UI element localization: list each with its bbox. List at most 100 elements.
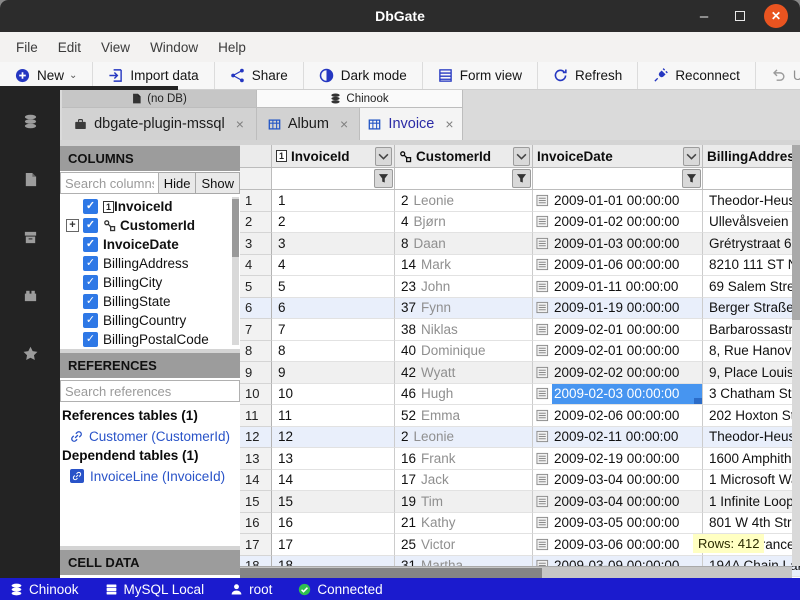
cell-invoicedate[interactable]: 2009-01-03 00:00:00 bbox=[533, 233, 703, 255]
cell-invoiceid[interactable]: 11 bbox=[272, 405, 395, 427]
row-header[interactable]: 3 bbox=[240, 233, 272, 255]
cell-invoicedate[interactable]: 2009-03-04 00:00:00 bbox=[533, 470, 703, 492]
cell-invoicedate[interactable]: 2009-03-04 00:00:00 bbox=[533, 491, 703, 513]
horizontal-scrollbar-thumb[interactable] bbox=[240, 568, 542, 578]
iconbar-item-plugin[interactable] bbox=[0, 266, 60, 324]
row-header[interactable]: 4 bbox=[240, 255, 272, 277]
cell-invoiceid[interactable]: 13 bbox=[272, 448, 395, 470]
reference-link-invoiceline[interactable]: InvoiceLine (InvoiceId) bbox=[60, 466, 240, 486]
toolbar-button-new[interactable]: New⌄ bbox=[0, 62, 93, 89]
cell-billingaddress[interactable]: 1 Infinite Loop bbox=[703, 491, 800, 513]
invoice-date-value[interactable]: 2009-01-01 00:00:00 bbox=[552, 190, 702, 211]
iconbar-item-archive[interactable] bbox=[0, 208, 60, 266]
row-header[interactable]: 14 bbox=[240, 470, 272, 492]
column-header-invoiceid[interactable]: 1InvoiceId bbox=[272, 145, 395, 168]
cell-billingaddress[interactable]: 3 Chatham Street bbox=[703, 384, 800, 406]
row-header[interactable]: 12 bbox=[240, 427, 272, 449]
iconbar-item-database[interactable] bbox=[0, 92, 60, 150]
cell-invoicedate[interactable]: 2009-01-19 00:00:00 bbox=[533, 298, 703, 320]
row-header[interactable]: 7 bbox=[240, 319, 272, 341]
cell-customerid[interactable]: 17Jack bbox=[395, 470, 533, 492]
show-button[interactable]: Show bbox=[196, 172, 240, 194]
hide-button[interactable]: Hide bbox=[159, 172, 197, 194]
iconbar-item-file[interactable] bbox=[0, 150, 60, 208]
cell-billingaddress[interactable]: Theodor-Heuss-Straße 34 bbox=[703, 190, 800, 212]
cell-invoiceid[interactable]: 16 bbox=[272, 513, 395, 535]
tab-close-icon[interactable]: × bbox=[340, 116, 348, 132]
cell-customerid[interactable]: 42Wyatt bbox=[395, 362, 533, 384]
cell-billingaddress[interactable]: Grétrystraat 63 bbox=[703, 233, 800, 255]
minimize-button[interactable]: – bbox=[692, 4, 716, 28]
vertical-scrollbar[interactable] bbox=[792, 145, 800, 566]
cell-invoicedate[interactable]: 2009-02-02 00:00:00 bbox=[533, 362, 703, 384]
search-references-input[interactable] bbox=[60, 380, 240, 402]
cell-invoiceid[interactable]: 12 bbox=[272, 427, 395, 449]
cell-invoicedate[interactable]: 2009-02-19 00:00:00 bbox=[533, 448, 703, 470]
filter-input-invoicedate[interactable] bbox=[533, 168, 682, 189]
column-checkbox[interactable]: ✓ bbox=[83, 256, 98, 271]
cell-billingaddress[interactable]: 8, Rue Hanovre bbox=[703, 341, 800, 363]
column-item-invoicedate[interactable]: ✓ InvoiceDate bbox=[60, 235, 240, 254]
filter-funnel-button[interactable] bbox=[512, 169, 531, 188]
search-columns-input[interactable] bbox=[60, 172, 159, 194]
tab-dbgate-plugin-mssql[interactable]: dbgate-plugin-mssql × bbox=[62, 108, 257, 140]
cell-customerid[interactable]: 16Frank bbox=[395, 448, 533, 470]
cell-customerid[interactable]: 52Emma bbox=[395, 405, 533, 427]
cell-customerid[interactable]: 46Hugh bbox=[395, 384, 533, 406]
column-checkbox[interactable]: ✓ bbox=[83, 218, 98, 233]
cell-invoiceid[interactable]: 7 bbox=[272, 319, 395, 341]
toolbar-button-refresh[interactable]: Refresh bbox=[538, 62, 638, 89]
column-checkbox[interactable]: ✓ bbox=[83, 237, 98, 252]
cell-customerid[interactable]: 8Daan bbox=[395, 233, 533, 255]
cell-billingaddress[interactable]: 8210 111 ST NW bbox=[703, 255, 800, 277]
columns-scrollbar[interactable] bbox=[232, 197, 239, 345]
cell-billingaddress[interactable]: 801 W 4th Street bbox=[703, 513, 800, 535]
statusbar-item-connected[interactable]: Connected bbox=[298, 582, 382, 597]
invoice-date-value[interactable]: 2009-01-06 00:00:00 bbox=[552, 255, 702, 276]
column-checkbox[interactable]: ✓ bbox=[83, 199, 98, 214]
row-header[interactable]: 17 bbox=[240, 534, 272, 556]
filter-input-billingaddress[interactable] bbox=[703, 168, 800, 189]
cell-customerid[interactable]: 2Leonie bbox=[395, 190, 533, 212]
invoice-date-value[interactable]: 2009-02-01 00:00:00 bbox=[552, 341, 702, 362]
horizontal-scrollbar[interactable] bbox=[240, 566, 792, 578]
cell-invoicedate[interactable]: 2009-02-11 00:00:00 bbox=[533, 427, 703, 449]
column-header-billingaddress[interactable]: BillingAddress bbox=[703, 145, 800, 168]
statusbar-item-mysql-local[interactable]: MySQL Local bbox=[105, 582, 205, 597]
cell-invoiceid[interactable]: 1 bbox=[272, 190, 395, 212]
row-header[interactable]: 9 bbox=[240, 362, 272, 384]
column-header-customerid[interactable]: CustomerId bbox=[395, 145, 533, 168]
vertical-scrollbar-thumb[interactable] bbox=[792, 145, 800, 320]
invoice-date-value[interactable]: 2009-01-11 00:00:00 bbox=[552, 276, 702, 297]
column-item-customerid[interactable]: + ✓ CustomerId bbox=[60, 216, 240, 235]
cell-customerid[interactable]: 19Tim bbox=[395, 491, 533, 513]
cell-invoiceid[interactable]: 6 bbox=[272, 298, 395, 320]
cell-billingaddress[interactable]: 202 Hoxton Street bbox=[703, 405, 800, 427]
tab-close-icon[interactable]: × bbox=[445, 116, 453, 132]
row-header[interactable]: 6 bbox=[240, 298, 272, 320]
cell-customerid[interactable]: 14Mark bbox=[395, 255, 533, 277]
cell-invoiceid[interactable]: 14 bbox=[272, 470, 395, 492]
cell-invoicedate[interactable]: 2009-02-01 00:00:00 bbox=[533, 341, 703, 363]
invoice-date-value[interactable]: 2009-03-06 00:00:00 bbox=[552, 534, 702, 555]
column-menu-button[interactable] bbox=[375, 147, 392, 166]
invoice-date-value[interactable]: 2009-02-01 00:00:00 bbox=[552, 319, 702, 340]
toolbar-button-reconnect[interactable]: Reconnect bbox=[638, 62, 756, 89]
column-menu-button[interactable] bbox=[513, 147, 530, 166]
cell-billingaddress[interactable]: 1 Microsoft Way bbox=[703, 470, 800, 492]
invoice-date-value[interactable]: 2009-02-06 00:00:00 bbox=[552, 405, 702, 426]
row-header[interactable]: 1 bbox=[240, 190, 272, 212]
invoice-date-value[interactable]: 2009-02-19 00:00:00 bbox=[552, 448, 702, 469]
cell-billingaddress[interactable]: Theodor-Heuss-Straße 34 bbox=[703, 427, 800, 449]
cell-invoiceid[interactable]: 10 bbox=[272, 384, 395, 406]
cell-invoiceid[interactable]: 2 bbox=[272, 212, 395, 234]
menu-item-file[interactable]: File bbox=[6, 40, 48, 55]
menu-item-window[interactable]: Window bbox=[140, 40, 208, 55]
cell-billingaddress[interactable]: 69 Salem Street bbox=[703, 276, 800, 298]
menu-item-view[interactable]: View bbox=[91, 40, 140, 55]
cell-billingaddress[interactable]: 9, Place Louis Barthou bbox=[703, 362, 800, 384]
toolbar-button-form-view[interactable]: Form view bbox=[423, 62, 538, 89]
column-item-invoiceid[interactable]: ✓ 1 InvoiceId bbox=[60, 197, 240, 216]
cell-invoiceid[interactable]: 3 bbox=[272, 233, 395, 255]
cell-invoiceid[interactable]: 5 bbox=[272, 276, 395, 298]
